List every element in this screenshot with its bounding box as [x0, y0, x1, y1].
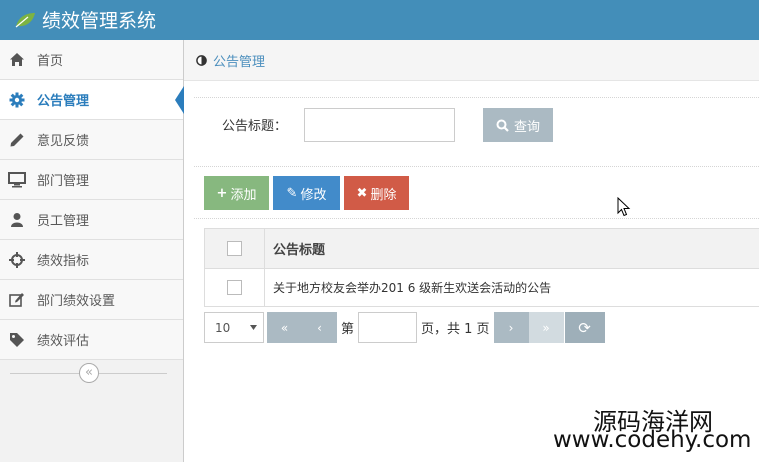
sidebar-item-dept-kpi-settings[interactable]: 部门绩效设置: [0, 280, 183, 320]
sidebar-item-employees[interactable]: 员工管理: [0, 200, 183, 240]
search-title-label: 公告标题：: [222, 119, 288, 134]
sidebar-item-home[interactable]: 首页: [0, 40, 183, 80]
row-title: 关于地方校友会举办201 6 级新生欢送会活动的公告: [273, 281, 552, 295]
gear-icon: [8, 91, 26, 109]
pencil-icon: [8, 131, 26, 149]
page-total-text: 页，共 1 页: [421, 322, 490, 337]
next-page-button[interactable]: ›: [493, 312, 529, 343]
divider: [194, 166, 759, 167]
watermark-en: www.codehy.com: [553, 427, 752, 453]
delete-button-label: 删除: [370, 187, 397, 203]
sidebar-item-label: 首页: [37, 54, 64, 69]
page-size-value: 10: [215, 320, 231, 335]
chevron-left-icon: ‹: [317, 320, 322, 335]
leaf-icon: [15, 12, 35, 27]
column-header-title[interactable]: 公告标题: [265, 229, 759, 268]
header-checkbox-cell: [205, 229, 265, 268]
row-checkbox[interactable]: [227, 280, 242, 295]
prev-page-button[interactable]: ‹: [302, 312, 337, 343]
page-prefix: 第: [341, 322, 355, 337]
caret-down-icon: [250, 325, 257, 330]
sidebar-item-feedback[interactable]: 意见反馈: [0, 120, 183, 160]
page-number-input[interactable]: [358, 312, 418, 343]
refresh-icon: ⟳: [578, 318, 591, 337]
search-icon: [496, 119, 509, 132]
edit-icon: [8, 291, 26, 309]
last-page-button[interactable]: »: [528, 312, 564, 343]
sidebar-item-label: 公告管理: [37, 94, 90, 109]
tag-icon: [8, 331, 26, 349]
sidebar-item-label: 部门管理: [37, 174, 90, 189]
refresh-button[interactable]: ⟳: [564, 312, 605, 343]
table-row[interactable]: 关于地方校友会举办201 6 级新生欢送会活动的公告: [205, 269, 759, 306]
add-button-label: 添加: [230, 187, 257, 203]
sidebar-item-label: 意见反馈: [37, 134, 90, 149]
row-checkbox-cell: [205, 269, 265, 306]
edit-icon: ✎: [286, 185, 298, 201]
table-header: 公告标题: [205, 229, 759, 269]
first-page-button[interactable]: «: [267, 312, 302, 343]
column-header-label: 公告标题: [273, 243, 326, 258]
sidebar-item-evaluation[interactable]: 绩效评估: [0, 320, 183, 360]
query-button-label: 查询: [513, 119, 540, 135]
home-icon: [8, 51, 26, 69]
query-button[interactable]: 查询: [483, 108, 553, 142]
chevron-right-icon: ›: [508, 320, 514, 335]
monitor-icon: [8, 171, 26, 189]
row-title-cell: 关于地方校友会举办201 6 级新生欢送会活动的公告: [265, 269, 759, 306]
breadcrumb-current[interactable]: 公告管理: [213, 51, 265, 70]
double-chevron-left-icon: «: [280, 320, 289, 335]
app-header: 绩效管理系统: [0, 0, 759, 40]
app-title: 绩效管理系统: [42, 10, 157, 32]
page-size-select[interactable]: 10: [204, 312, 264, 343]
divider: [194, 97, 759, 98]
announcement-table: 公告标题 关于地方校友会举办201 6 级新生欢送会活动的公告: [204, 228, 759, 307]
crosshairs-icon: [8, 251, 26, 269]
user-icon: [8, 211, 26, 229]
mouse-cursor-icon: [617, 197, 631, 217]
pagination: 10 « ‹ 第 页，共 1 页 › » ⟳: [204, 312, 605, 343]
divider: [194, 218, 759, 219]
search-title-input[interactable]: [304, 108, 455, 142]
delete-button[interactable]: ✖ 删除: [344, 176, 409, 210]
plus-icon: +: [216, 185, 228, 201]
add-button[interactable]: + 添加: [204, 176, 269, 210]
sidebar-item-label: 绩效评估: [37, 334, 90, 349]
sidebar-item-label: 绩效指标: [37, 254, 90, 269]
breadcrumb: 公告管理: [184, 40, 759, 81]
sidebar-item-label: 部门绩效设置: [37, 294, 116, 309]
sidebar: 首页 公告管理 意见反馈 部门管理 员工管理 绩效指标 部门绩效设置 绩效评估 …: [0, 40, 184, 462]
double-chevron-left-icon: «: [85, 365, 93, 380]
sidebar-item-departments[interactable]: 部门管理: [0, 160, 183, 200]
app-logo: 绩效管理系统: [14, 6, 156, 33]
edit-button-label: 修改: [300, 187, 327, 203]
half-circle-icon: [196, 54, 207, 66]
sidebar-item-kpi[interactable]: 绩效指标: [0, 240, 183, 280]
close-icon: ✖: [356, 185, 368, 201]
double-chevron-right-icon: »: [542, 320, 550, 335]
sidebar-item-announcements[interactable]: 公告管理: [0, 80, 184, 120]
sidebar-collapse-row: «: [0, 360, 183, 386]
select-all-checkbox[interactable]: [227, 241, 242, 256]
collapse-sidebar-button[interactable]: «: [79, 363, 99, 383]
edit-button[interactable]: ✎ 修改: [273, 176, 340, 210]
sidebar-item-label: 员工管理: [37, 214, 90, 229]
